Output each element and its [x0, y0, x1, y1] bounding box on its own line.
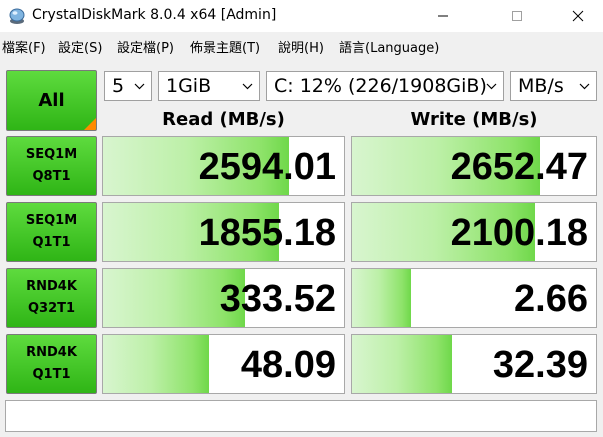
unit-value: MB/s — [518, 75, 564, 97]
menu-theme[interactable]: 佈景主題(T) — [190, 37, 260, 56]
menu-settings[interactable]: 設定(S) — [58, 37, 102, 56]
all-button-label: All — [38, 90, 65, 111]
read-value: 48.09 — [240, 344, 336, 386]
read-column-header: Read (MB/s) — [162, 109, 285, 130]
minimize-icon — [438, 15, 448, 17]
read-result-cell: 333.52 — [102, 268, 345, 328]
row-label-line1: RND4K — [26, 279, 77, 294]
menu-help[interactable]: 說明(H) — [278, 37, 324, 56]
all-button[interactable]: All — [6, 70, 97, 131]
title-bar: CrystalDiskMark 8.0.4 x64 [Admin] — [0, 0, 603, 32]
chevron-down-icon — [242, 83, 253, 90]
seq1m-q8t1-button[interactable]: SEQ1M Q8T1 — [6, 136, 97, 196]
write-value: 2100.18 — [450, 212, 588, 254]
row-label-line1: SEQ1M — [25, 213, 78, 228]
maximize-icon — [512, 11, 522, 21]
row-label-line2: Q1T1 — [32, 367, 71, 382]
read-result-cell: 2594.01 — [102, 136, 345, 196]
corner-marker — [84, 118, 96, 130]
write-result-cell: 2.66 — [351, 268, 597, 328]
test-count-select[interactable]: 5 — [104, 71, 152, 101]
comment-input[interactable] — [5, 400, 597, 432]
menu-language[interactable]: 語言(Language) — [339, 37, 439, 56]
window-title: CrystalDiskMark 8.0.4 x64 [Admin] — [32, 7, 277, 23]
write-value: 2.66 — [514, 278, 588, 320]
write-value: 32.39 — [492, 344, 588, 386]
write-progress-bar — [352, 335, 453, 393]
rnd4k-q1t1-button[interactable]: RND4K Q1T1 — [6, 334, 97, 394]
menu-bar: 檔案(F) 設定(S) 設定檔(P) 佈景主題(T) 說明(H) 語言(Lang… — [0, 34, 603, 58]
chevron-down-icon — [579, 83, 590, 90]
write-result-cell: 2100.18 — [351, 202, 597, 262]
row-label-line1: SEQ1M — [25, 147, 78, 162]
read-result-cell: 1855.18 — [102, 202, 345, 262]
drive-value: C: 12% (226/1908GiB) — [274, 75, 487, 97]
menu-file[interactable]: 檔案(F) — [2, 37, 46, 56]
close-icon — [572, 10, 584, 22]
rnd4k-q32t1-button[interactable]: RND4K Q32T1 — [6, 268, 97, 328]
read-value: 2594.01 — [198, 146, 336, 188]
write-result-cell: 32.39 — [351, 334, 597, 394]
test-size-value: 1GiB — [166, 75, 212, 97]
chevron-down-icon — [134, 83, 145, 90]
minimize-button[interactable] — [420, 0, 466, 32]
write-value: 2652.47 — [450, 146, 588, 188]
write-column-header: Write (MB/s) — [410, 109, 538, 130]
crystaldiskmark-app-icon — [9, 8, 25, 24]
test-count-value: 5 — [112, 75, 125, 97]
menu-profile[interactable]: 設定檔(P) — [117, 37, 174, 56]
close-button[interactable] — [555, 0, 601, 32]
row-label-line2: Q32T1 — [27, 301, 76, 316]
row-label-line1: RND4K — [26, 345, 77, 360]
row-label-line2: Q8T1 — [32, 169, 71, 184]
maximize-button[interactable] — [494, 0, 540, 32]
read-progress-bar — [103, 335, 210, 393]
drive-select[interactable]: C: 12% (226/1908GiB) — [266, 71, 504, 101]
seq1m-q1t1-button[interactable]: SEQ1M Q1T1 — [6, 202, 97, 262]
read-value: 1855.18 — [198, 212, 336, 254]
test-size-select[interactable]: 1GiB — [158, 71, 260, 101]
unit-select[interactable]: MB/s — [510, 71, 597, 101]
read-result-cell: 48.09 — [102, 334, 345, 394]
chevron-down-icon — [486, 83, 497, 90]
write-result-cell: 2652.47 — [351, 136, 597, 196]
read-value: 333.52 — [219, 278, 336, 320]
write-progress-bar — [352, 269, 411, 327]
row-label-line2: Q1T1 — [32, 235, 71, 250]
